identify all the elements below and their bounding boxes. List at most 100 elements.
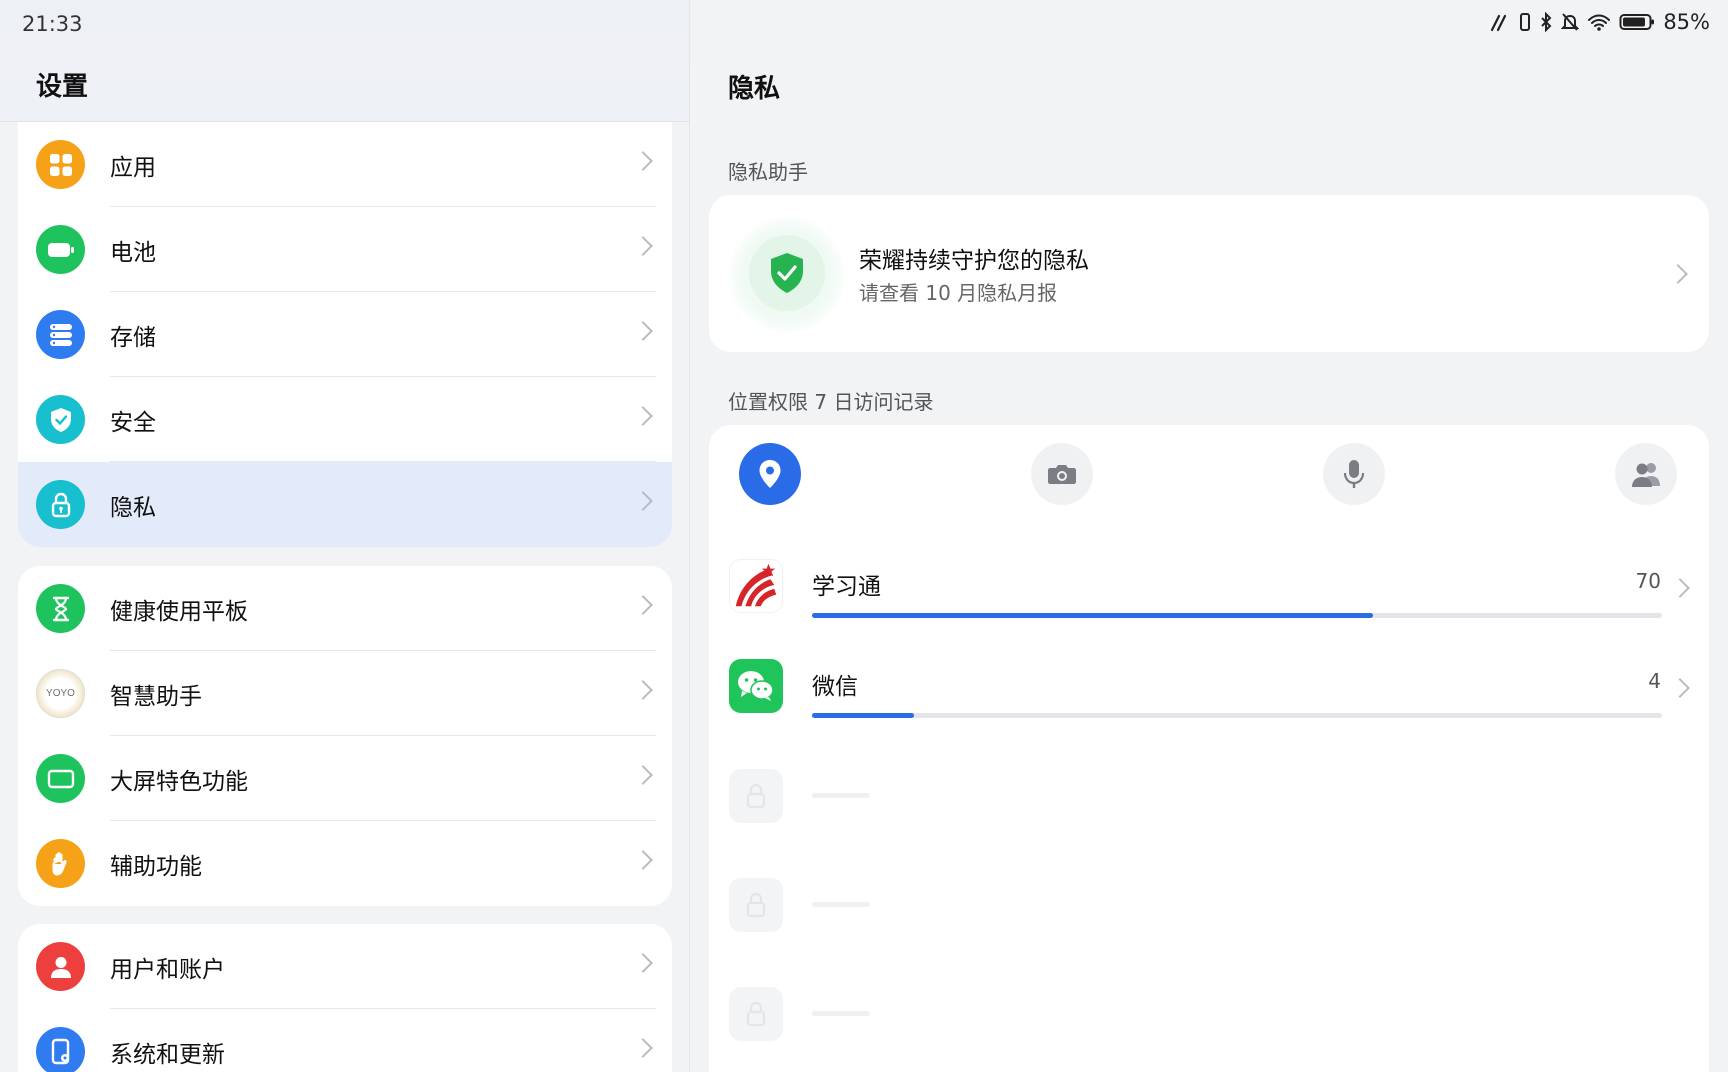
settings-sidebar: 21:33 设置 应用 电池 存储 安全 隐私 健康使用平板 YOYO 智慧助手…	[0, 0, 690, 1072]
chevron-right-icon	[633, 406, 653, 426]
page-title: 设置	[36, 72, 89, 102]
chevron-right-icon	[633, 595, 653, 615]
tab-location[interactable]	[739, 443, 801, 505]
placeholder-line	[812, 1011, 870, 1016]
sidebar-item-users-accounts[interactable]: 用户和账户	[18, 924, 672, 1009]
placeholder-lock-icon	[746, 892, 766, 918]
sidebar-item-label: 智慧助手	[110, 683, 202, 710]
sidebar-item-apps[interactable]: 应用	[18, 122, 672, 207]
hand-icon	[36, 839, 85, 888]
placeholder-lock-icon	[746, 1001, 766, 1027]
privacy-detail-pane: 85% 隐私 隐私助手 荣耀持续守护您的隐私 请查看 10 月隐私月报 位置权限…	[691, 0, 1728, 1072]
status-bar-icons: 85%	[1489, 10, 1710, 34]
sidebar-item-system-update[interactable]: 系统和更新	[18, 1009, 672, 1072]
xuexitong-icon	[729, 559, 783, 613]
chevron-right-icon	[1670, 678, 1690, 698]
tab-contacts[interactable]	[1615, 443, 1677, 505]
privacy-shield-icon	[749, 235, 825, 311]
apps-icon	[36, 140, 85, 189]
sidebar-item-storage[interactable]: 存储	[18, 292, 672, 377]
chevron-right-icon	[633, 151, 653, 171]
access-bar-track	[812, 613, 1662, 618]
placeholder-line	[812, 793, 870, 798]
sidebar-item-label: 应用	[110, 154, 156, 181]
battery-percent: 85%	[1663, 10, 1710, 34]
app-row-wechat[interactable]: 微信 4	[709, 647, 1709, 747]
wifi-icon	[1588, 14, 1611, 31]
chevron-right-icon	[1670, 578, 1690, 598]
app-name: 学习通	[812, 574, 881, 600]
privacy-assistant-card[interactable]: 荣耀持续守护您的隐私 请查看 10 月隐私月报	[709, 195, 1709, 352]
privacy-assistant-subtitle: 请查看 10 月隐私月报	[859, 281, 1058, 305]
sidebar-item-security[interactable]: 安全	[18, 377, 672, 462]
sidebar-item-large-screen-features[interactable]: 大屏特色功能	[18, 736, 672, 821]
battery-status-icon	[1619, 14, 1655, 30]
system-update-icon	[36, 1027, 85, 1072]
chevron-right-icon	[633, 1038, 653, 1058]
vibrate-icon	[1520, 13, 1531, 31]
sidebar-item-label: 大屏特色功能	[110, 768, 248, 795]
mute-bell-icon	[1561, 13, 1580, 31]
camera-icon	[1048, 465, 1076, 484]
tab-camera[interactable]	[1031, 443, 1093, 505]
chevron-right-icon	[633, 236, 653, 256]
tablet-screen-icon	[36, 754, 85, 803]
sidebar-item-label: 辅助功能	[110, 853, 202, 880]
sidebar-item-label: 用户和账户	[110, 956, 225, 983]
settings-group-3: 用户和账户 系统和更新	[18, 924, 672, 1072]
sidebar-item-battery[interactable]: 电池	[18, 207, 672, 292]
settings-group-2: 健康使用平板 YOYO 智慧助手 大屏特色功能 辅助功能	[18, 566, 672, 906]
yoyo-icon: YOYO	[36, 669, 85, 718]
hourglass-icon	[36, 584, 85, 633]
security-shield-icon	[36, 395, 85, 444]
yoyo-logo-text: YOYO	[46, 688, 75, 699]
chevron-right-icon	[633, 491, 653, 511]
access-count: 70	[1635, 569, 1661, 593]
placeholder-line	[812, 902, 870, 907]
privacy-lock-icon	[36, 480, 85, 529]
chevron-right-icon	[633, 953, 653, 973]
sidebar-item-privacy[interactable]: 隐私	[18, 462, 672, 547]
location-icon	[759, 460, 781, 488]
sidebar-item-digital-balance[interactable]: 健康使用平板	[18, 566, 672, 651]
tab-microphone[interactable]	[1323, 443, 1385, 505]
page-title: 隐私	[728, 74, 781, 104]
microphone-icon	[1343, 460, 1365, 488]
user-icon	[36, 942, 85, 991]
sidebar-item-label: 安全	[110, 409, 156, 436]
app-name: 微信	[812, 674, 858, 700]
settings-group-1: 应用 电池 存储 安全 隐私	[18, 122, 672, 547]
access-count: 4	[1648, 669, 1661, 693]
sidebar-item-label: 系统和更新	[110, 1041, 225, 1068]
contacts-icon	[1632, 463, 1660, 487]
placeholder-lock-icon	[746, 783, 766, 809]
app-row-xuexitong[interactable]: 学习通 70	[709, 547, 1709, 647]
bluetooth-icon	[1541, 12, 1552, 32]
signal-icon	[1491, 14, 1507, 32]
sidebar-item-label: 电池	[110, 239, 156, 266]
placeholder-app-icon	[729, 769, 783, 823]
chevron-right-icon	[633, 680, 653, 700]
section-title-location-records: 位置权限 7 日访问记录	[728, 390, 934, 414]
chevron-right-icon	[633, 765, 653, 785]
privacy-assistant-title: 荣耀持续守护您的隐私	[859, 248, 1089, 274]
access-bar-track	[812, 713, 1662, 718]
access-bar-fill	[812, 713, 914, 718]
placeholder-app-icon	[729, 987, 783, 1041]
sidebar-item-label: 隐私	[110, 494, 156, 521]
storage-icon	[36, 310, 85, 359]
sidebar-item-label: 存储	[110, 324, 156, 351]
chevron-right-icon	[1668, 264, 1688, 284]
sidebar-header: 21:33 设置	[0, 0, 689, 122]
sidebar-item-accessibility[interactable]: 辅助功能	[18, 821, 672, 906]
access-bar-fill	[812, 613, 1373, 618]
sidebar-item-label: 健康使用平板	[110, 598, 248, 625]
status-time: 21:33	[22, 12, 83, 36]
section-title-privacy-assistant: 隐私助手	[728, 160, 808, 184]
sidebar-item-smart-assistant[interactable]: YOYO 智慧助手	[18, 651, 672, 736]
chevron-right-icon	[633, 321, 653, 341]
chevron-right-icon	[633, 850, 653, 870]
battery-icon	[36, 225, 85, 274]
permission-records-card: 学习通 70 微信 4	[709, 425, 1709, 1072]
wechat-icon	[729, 659, 783, 713]
